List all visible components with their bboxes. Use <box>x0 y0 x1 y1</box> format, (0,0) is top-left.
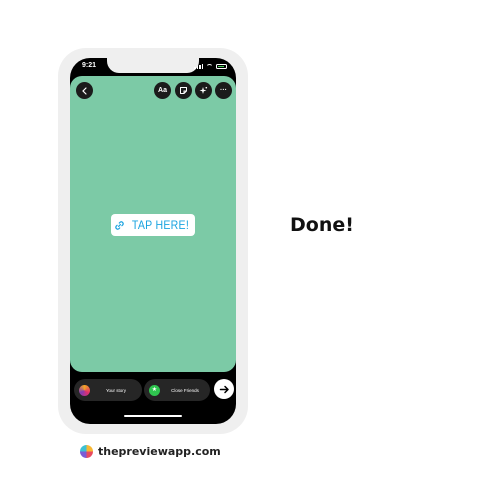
done-caption: Done! <box>290 214 354 236</box>
notch <box>107 58 199 73</box>
phone-screen: 9:21 Aa ··· TAP HERE! Your story ★ Close… <box>70 58 236 424</box>
home-indicator <box>124 415 182 417</box>
brand-logo-icon <box>80 445 93 458</box>
arrow-right-icon <box>219 385 229 393</box>
brand-watermark: thepreviewapp.com <box>80 445 221 458</box>
back-button[interactable] <box>76 82 93 99</box>
signal-icon <box>194 63 203 69</box>
chevron-left-icon <box>81 86 87 95</box>
more-options-button[interactable]: ··· <box>215 82 232 99</box>
close-friends-label: Close Friends <box>171 387 199 393</box>
battery-icon <box>216 63 227 69</box>
link-sticker[interactable]: TAP HERE! <box>111 214 195 236</box>
sparkles-icon <box>199 86 208 94</box>
text-tool-label: Aa <box>158 87 167 94</box>
status-time: 9:21 <box>82 62 97 69</box>
wifi-icon <box>206 63 213 69</box>
share-bar: Your story ★ Close Friends <box>70 376 236 406</box>
your-story-label: Your story <box>105 387 127 393</box>
sticker-button[interactable] <box>175 82 192 99</box>
effects-button[interactable] <box>195 82 212 99</box>
close-friends-button[interactable]: ★ Close Friends <box>144 379 210 401</box>
status-icons <box>194 63 227 69</box>
link-icon <box>114 220 124 230</box>
send-button[interactable] <box>214 379 234 399</box>
more-icon: ··· <box>220 87 227 94</box>
your-story-button[interactable]: Your story <box>74 379 142 401</box>
link-sticker-label: TAP HERE! <box>131 218 189 232</box>
avatar <box>79 384 90 396</box>
sticker-icon <box>180 87 187 94</box>
brand-text: thepreviewapp.com <box>98 445 221 458</box>
text-tool-button[interactable]: Aa <box>154 82 171 99</box>
star-icon: ★ <box>149 384 160 396</box>
story-canvas[interactable]: Aa ··· TAP HERE! <box>70 76 236 372</box>
